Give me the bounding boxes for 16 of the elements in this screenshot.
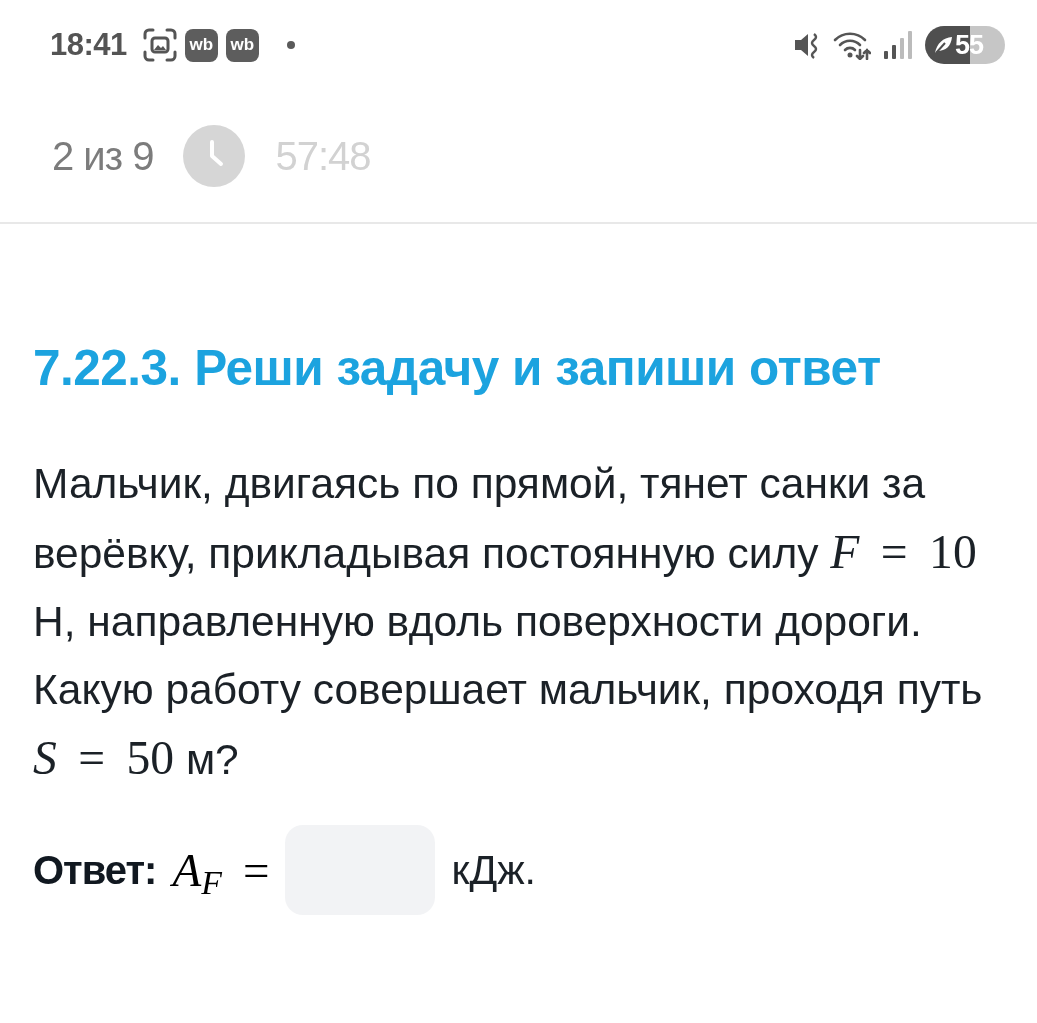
question-counter: 2 из 9 — [52, 133, 154, 179]
answer-unit: кДж. — [451, 846, 536, 894]
notification-dot-icon — [286, 41, 295, 49]
status-time: 18:41 — [50, 27, 127, 63]
wifi-icon — [833, 30, 871, 60]
task-title: 7.22.3. Реши задачу и запиши ответ — [33, 339, 882, 397]
battery-percent: 55 — [955, 29, 984, 61]
leaf-icon — [933, 35, 953, 55]
answer-label: Ответ: — [33, 847, 157, 893]
screenshot-icon — [142, 28, 177, 62]
signal-icon — [883, 31, 913, 59]
app-badge: wb — [225, 28, 259, 62]
app-badge: wb — [184, 28, 218, 62]
answer-formula: A$_{F}$ = — [172, 843, 270, 897]
task-text: Мальчик, двигаясь по прямой, тянет санки за верёвку, прикладывая постоянную силу F = 10 Н, направленную вдоль поверхности дороги. Какую работу совершает мальчик, проходя путь S = 50 м? — [33, 459, 984, 786]
clock-icon — [183, 125, 246, 187]
